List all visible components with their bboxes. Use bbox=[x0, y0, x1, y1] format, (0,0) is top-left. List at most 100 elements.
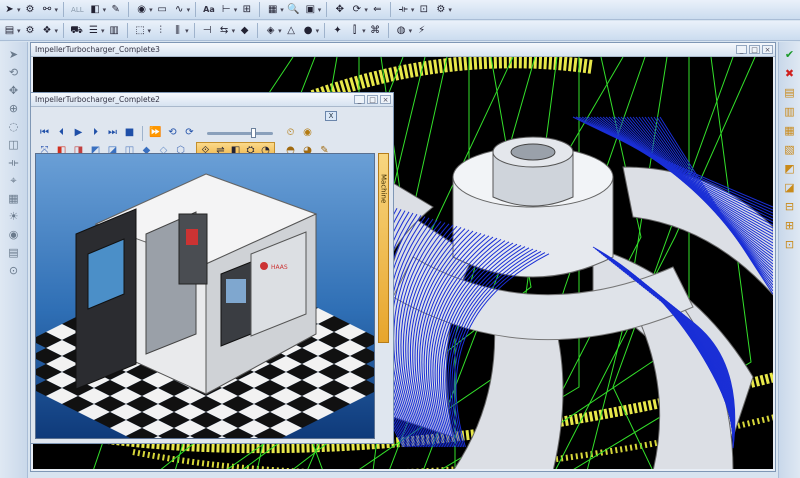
section-tool-icon[interactable]: ◫ bbox=[7, 138, 21, 152]
loop-icon[interactable]: ⟲ bbox=[165, 126, 180, 141]
stop-icon[interactable]: ■ bbox=[122, 126, 137, 141]
record-icon[interactable]: ● bbox=[301, 23, 316, 38]
dropdown-arrow-icon[interactable]: ▾ bbox=[187, 6, 191, 14]
dock-icon-6[interactable]: ◪ bbox=[783, 181, 797, 195]
mirror-icon[interactable]: ⇆ bbox=[217, 23, 232, 38]
step-forward-icon[interactable]: ⏵ bbox=[88, 126, 103, 141]
settings-icon[interactable]: ⚙ bbox=[433, 2, 448, 17]
refresh-icon[interactable]: ⟳ bbox=[349, 2, 364, 17]
dropdown-arrow-icon[interactable]: ▾ bbox=[362, 27, 366, 35]
sim-settings-icon[interactable]: ◉ bbox=[300, 126, 315, 141]
stack-icon[interactable]: ☰ bbox=[86, 23, 101, 38]
sim-close-button[interactable]: × bbox=[380, 95, 391, 104]
sliders-icon[interactable]: ⫿ bbox=[347, 23, 362, 38]
spline-icon[interactable]: ∿ bbox=[172, 2, 187, 17]
cycle-icon[interactable]: ⟳ bbox=[182, 126, 197, 141]
sim-panel-close-button[interactable]: X bbox=[325, 111, 337, 121]
dropdown-arrow-icon[interactable]: ▾ bbox=[103, 6, 107, 14]
dropdown-arrow-icon[interactable]: ▾ bbox=[316, 27, 320, 35]
play-icon[interactable]: ▶ bbox=[71, 126, 86, 141]
gear-icon[interactable]: ⚙ bbox=[23, 23, 38, 38]
arrow-left-icon[interactable]: ⇐ bbox=[370, 2, 385, 17]
sim-window-titlebar[interactable]: ImpellerTurbocharger_Complete2 _ □ × bbox=[31, 93, 393, 107]
dropdown-arrow-icon[interactable]: ▾ bbox=[234, 6, 238, 14]
grid-tool-icon[interactable]: ▦ bbox=[7, 192, 21, 206]
ok-check-icon[interactable]: ✔ bbox=[783, 48, 797, 62]
light-tool-icon[interactable]: ☀ bbox=[7, 210, 21, 224]
dock-icon-3[interactable]: ▦ bbox=[783, 124, 797, 138]
dropdown-arrow-icon[interactable]: ▾ bbox=[55, 6, 59, 14]
rotate-tool-icon[interactable]: ⟲ bbox=[7, 66, 21, 80]
curve-icon[interactable]: ◧ bbox=[88, 2, 103, 17]
dropdown-arrow-icon[interactable]: ▾ bbox=[148, 27, 152, 35]
playback-speed-slider[interactable] bbox=[207, 127, 273, 138]
dropdown-arrow-icon[interactable]: ▾ bbox=[448, 6, 452, 14]
sparkle-icon[interactable]: ✦ bbox=[330, 23, 345, 38]
dropdown-arrow-icon[interactable]: ▾ bbox=[364, 6, 368, 14]
dock-icon-2[interactable]: ▥ bbox=[783, 105, 797, 119]
dock-icon-1[interactable]: ▤ bbox=[783, 86, 797, 100]
maximize-button[interactable]: □ bbox=[749, 45, 760, 54]
pointer-tool-icon[interactable]: ➤ bbox=[7, 48, 21, 62]
measure-tool-icon[interactable]: ⟛ bbox=[7, 156, 21, 170]
sim-minimize-button[interactable]: _ bbox=[354, 95, 365, 104]
table-icon[interactable]: ⊞ bbox=[239, 2, 254, 17]
car-icon[interactable]: ⛟ bbox=[69, 23, 84, 38]
move-icon[interactable]: ✥ bbox=[332, 2, 347, 17]
text-tool[interactable]: Aa bbox=[201, 5, 217, 14]
dropdown-arrow-icon[interactable]: ▾ bbox=[411, 6, 415, 14]
columns-icon[interactable]: ⫼ bbox=[170, 23, 185, 38]
select-filter-icon[interactable]: ⚙ bbox=[23, 2, 38, 17]
dock-icon-4[interactable]: ▧ bbox=[783, 143, 797, 157]
dropdown-arrow-icon[interactable]: ▾ bbox=[409, 27, 413, 35]
cube-icon[interactable]: ◆ bbox=[237, 23, 252, 38]
snap-tool-icon[interactable]: ⌖ bbox=[7, 174, 21, 188]
link-icon[interactable]: ⚯ bbox=[40, 2, 55, 17]
bolt-icon[interactable]: ⚡ bbox=[414, 23, 429, 38]
tree-icon[interactable]: ⌘ bbox=[368, 23, 383, 38]
dropdown-arrow-icon[interactable]: ▾ bbox=[17, 27, 21, 35]
probe-tool-icon[interactable]: ⊙ bbox=[7, 264, 21, 278]
pen-icon[interactable]: ✎ bbox=[108, 2, 123, 17]
zoom-window-icon[interactable]: ⊡ bbox=[416, 2, 431, 17]
rect-icon[interactable]: ▭ bbox=[155, 2, 170, 17]
step-back-icon[interactable]: ⏴ bbox=[54, 126, 69, 141]
skip-end-icon[interactable]: ⏭ bbox=[105, 126, 120, 141]
cancel-x-icon[interactable]: ✖ bbox=[783, 67, 797, 81]
search-icon[interactable]: 🔍 bbox=[286, 2, 301, 17]
lock-icon[interactable]: ⊣ bbox=[200, 23, 215, 38]
dock-icon-5[interactable]: ◩ bbox=[783, 162, 797, 176]
dropdown-arrow-icon[interactable]: ▾ bbox=[278, 27, 282, 35]
globe-icon[interactable]: ◍ bbox=[394, 23, 409, 38]
triangle-icon[interactable]: △ bbox=[284, 23, 299, 38]
dropdown-arrow-icon[interactable]: ▾ bbox=[101, 27, 105, 35]
measure-icon[interactable]: ⟛ bbox=[396, 2, 411, 17]
skip-start-icon[interactable]: ⏮ bbox=[37, 126, 52, 141]
dropdown-arrow-icon[interactable]: ▾ bbox=[232, 27, 236, 35]
zoom-tool-icon[interactable]: ⊕ bbox=[7, 102, 21, 116]
dropdown-arrow-icon[interactable]: ▾ bbox=[318, 6, 322, 14]
sim-side-tab[interactable]: Machine bbox=[378, 153, 389, 343]
view-icon[interactable]: ⬚ bbox=[133, 23, 148, 38]
circle-icon[interactable]: ◉ bbox=[134, 2, 149, 17]
dropdown-arrow-icon[interactable]: ▾ bbox=[185, 27, 189, 35]
camera-tool-icon[interactable]: ◉ bbox=[7, 228, 21, 242]
dropdown-arrow-icon[interactable]: ▾ bbox=[149, 6, 153, 14]
close-button[interactable]: × bbox=[762, 45, 773, 54]
dock-icon-7[interactable]: ⊟ bbox=[783, 200, 797, 214]
mesh-icon[interactable]: ▥ bbox=[107, 23, 122, 38]
layers-icon[interactable]: ▣ bbox=[303, 2, 318, 17]
pointer-icon[interactable]: ➤ bbox=[2, 2, 17, 17]
layout-icon[interactable]: ▤ bbox=[2, 23, 17, 38]
dropdown-arrow-icon[interactable]: ▾ bbox=[17, 6, 21, 14]
dropdown-arrow-icon[interactable]: ▾ bbox=[280, 6, 284, 14]
align-icon[interactable]: ⫶ bbox=[153, 23, 168, 38]
sim-maximize-button[interactable]: □ bbox=[367, 95, 378, 104]
all-filter[interactable]: ALL bbox=[69, 6, 86, 14]
dropdown-arrow-icon[interactable]: ▾ bbox=[55, 27, 59, 35]
hatch-icon[interactable]: ▦ bbox=[265, 2, 280, 17]
speed-gauge-icon[interactable]: ⏲ bbox=[283, 126, 298, 141]
dock-icon-8[interactable]: ⊞ bbox=[783, 219, 797, 233]
machine-viewport[interactable]: HAAS bbox=[35, 153, 375, 439]
dock-icon-9[interactable]: ⊡ bbox=[783, 238, 797, 252]
